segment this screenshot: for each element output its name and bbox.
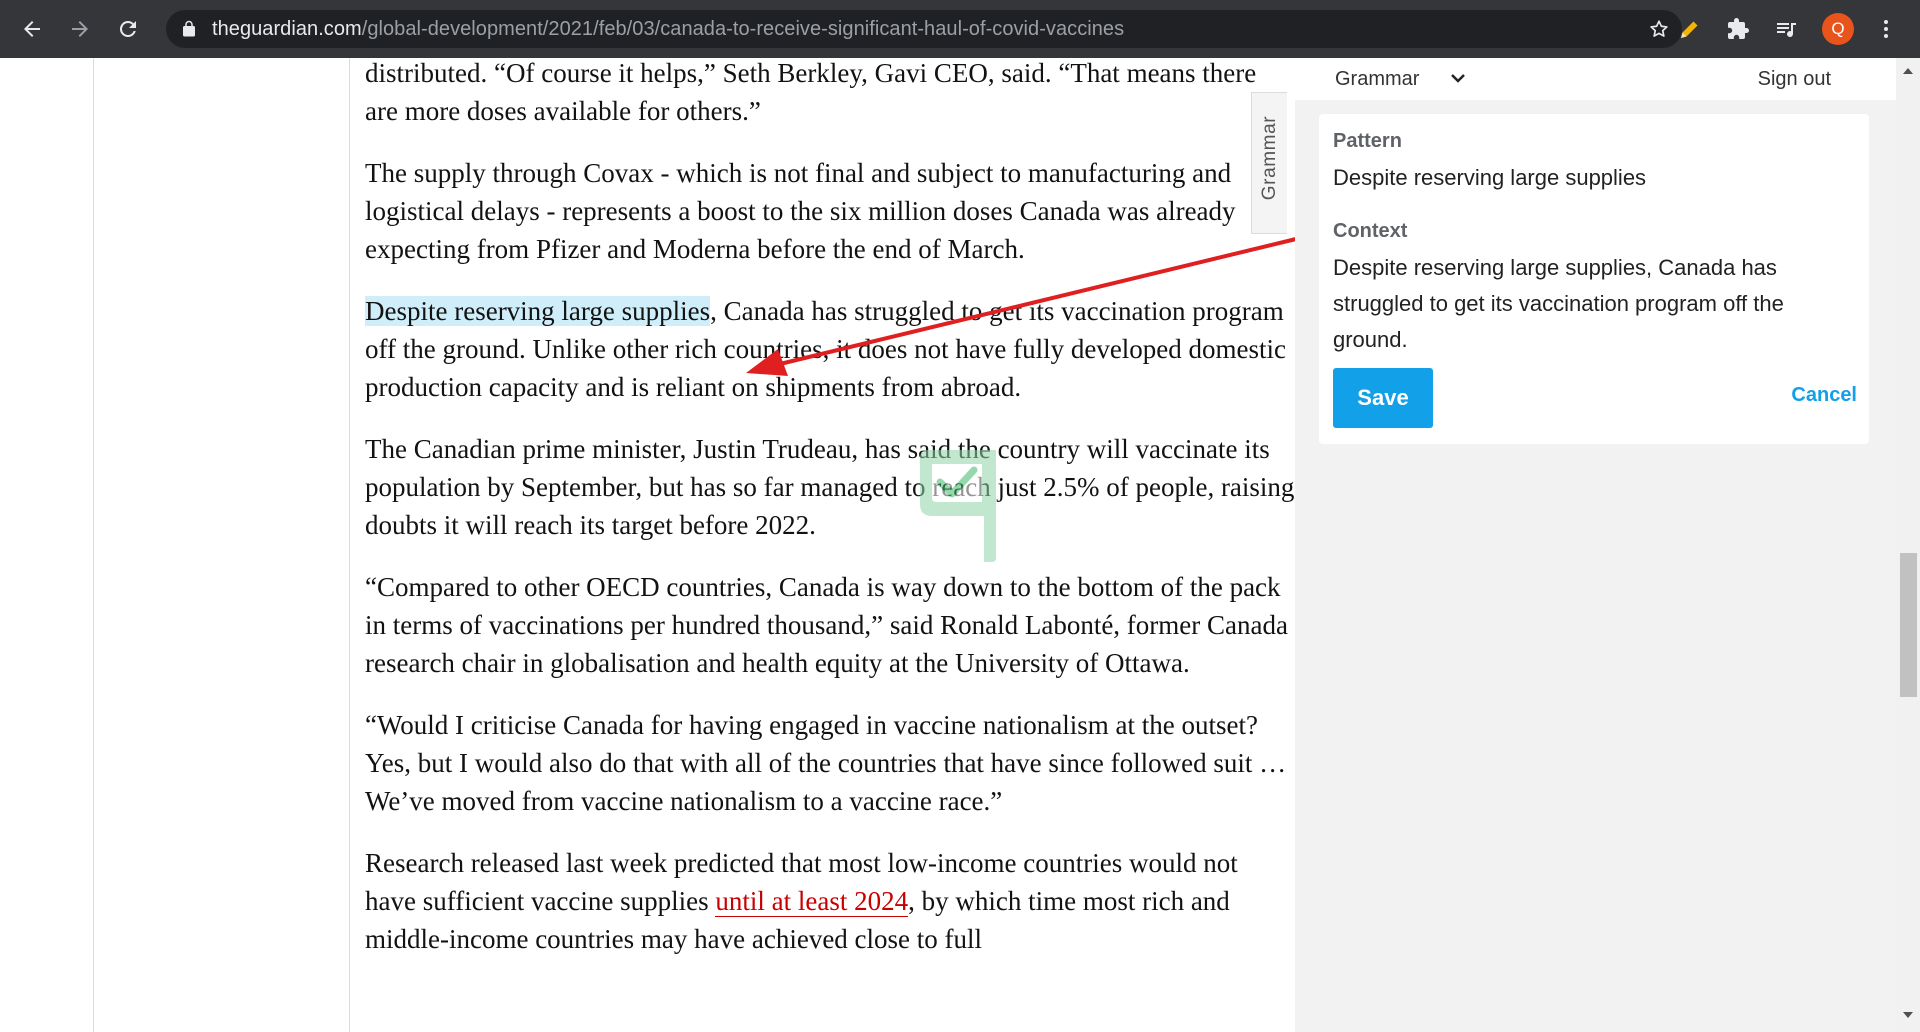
kebab-menu-icon[interactable] — [1868, 11, 1904, 47]
web-page: distributed. “Of course it helps,” Seth … — [0, 58, 1896, 1032]
panel-header: Grammar Sign out — [1295, 58, 1896, 100]
back-icon[interactable] — [14, 11, 50, 47]
sign-out-link[interactable]: Sign out — [1758, 68, 1831, 91]
chevron-down-icon[interactable] — [1450, 72, 1466, 84]
highlighted-pattern[interactable]: Despite reserving large supplies — [365, 296, 711, 326]
mode-select[interactable]: Grammar — [1335, 68, 1419, 91]
puzzle-extensions-icon[interactable] — [1720, 11, 1756, 47]
pattern-card: Pattern Despite reserving large supplies… — [1319, 114, 1869, 444]
column-divider — [93, 58, 94, 1032]
paragraph-7: Research released last week predicted th… — [365, 844, 1295, 958]
paragraph-4: The Canadian prime minister, Justin Trud… — [365, 434, 1295, 540]
column-divider — [349, 58, 350, 1032]
save-button[interactable]: Save — [1333, 368, 1433, 428]
article-body: distributed. “Of course it helps,” Seth … — [365, 58, 1295, 982]
grammar-panel: Grammar Sign out Pattern Despite reservi… — [1295, 58, 1896, 1032]
extension-watermark-logo — [920, 450, 996, 562]
context-label: Context — [1333, 220, 1408, 242]
profile-avatar[interactable]: Q — [1822, 13, 1854, 45]
pattern-value[interactable]: Despite reserving large supplies — [1333, 160, 1853, 196]
grammar-tab-label: Grammar — [1259, 115, 1280, 201]
paragraph-5: “Compared to other OECD countries, Canad… — [365, 572, 1288, 678]
url-text[interactable]: theguardian.com/global-development/2021/… — [212, 10, 1124, 48]
scroll-down-arrow-icon[interactable] — [1903, 1012, 1913, 1018]
scroll-up-arrow-icon[interactable] — [1903, 68, 1913, 74]
bookmark-star-icon[interactable] — [1648, 18, 1670, 40]
browser-toolbar: theguardian.com/global-development/2021/… — [0, 0, 1920, 58]
paragraph-6: “Would I criticise Canada for having eng… — [365, 710, 1287, 816]
annotation-arrow — [746, 237, 1298, 376]
pencil-extension-icon[interactable] — [1672, 11, 1708, 47]
media-queue-icon[interactable] — [1768, 11, 1804, 47]
url-path: /global-development/2021/feb/03/canada-t… — [361, 18, 1125, 40]
reload-icon[interactable] — [110, 11, 146, 47]
grammar-tab[interactable]: Grammar — [1251, 92, 1287, 234]
paragraph-1: distributed. “Of course it helps,” Seth … — [365, 58, 1257, 126]
lock-icon[interactable] — [180, 20, 198, 38]
scrollbar-thumb[interactable] — [1900, 553, 1917, 697]
article-link[interactable]: until at least 2024 — [715, 886, 909, 917]
address-bar[interactable]: theguardian.com/global-development/2021/… — [166, 10, 1682, 48]
cancel-button[interactable]: Cancel — [1791, 384, 1857, 407]
forward-icon[interactable] — [62, 11, 98, 47]
context-value[interactable]: Despite reserving large supplies, Canada… — [1333, 250, 1853, 358]
pattern-label: Pattern — [1333, 130, 1402, 152]
url-host: theguardian.com — [212, 18, 362, 40]
page-scrollbar[interactable] — [1896, 58, 1920, 1032]
